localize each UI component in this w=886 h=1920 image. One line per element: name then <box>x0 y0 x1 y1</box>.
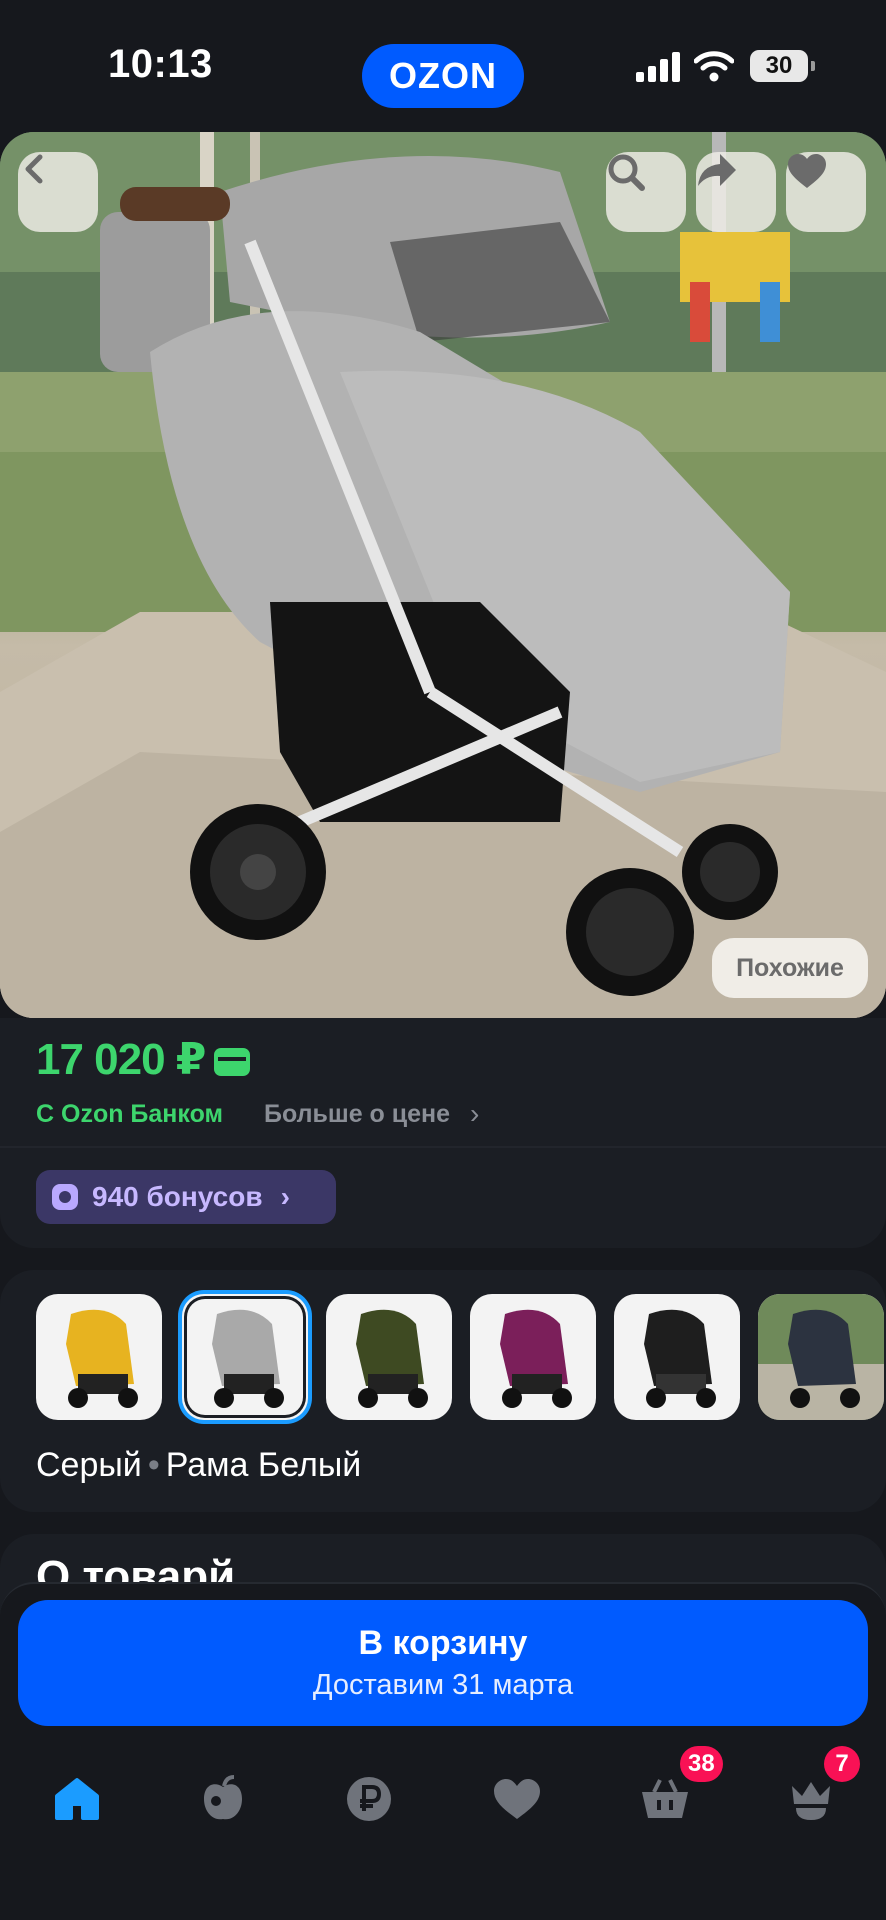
price-value: 17 020 ₽ <box>36 1035 206 1084</box>
add-to-cart-button[interactable]: В корзину Доставим 31 марта <box>18 1600 868 1726</box>
ozon-bank-label[interactable]: С Ozon Банком <box>36 1100 223 1129</box>
cart-basket-icon <box>642 1779 688 1818</box>
bottom-navigation: 38 7 <box>0 1746 886 1844</box>
variant-swatch-black[interactable] <box>614 1294 740 1420</box>
search-button[interactable] <box>606 152 686 232</box>
share-icon <box>698 154 736 186</box>
price-card: 17 020 ₽ С Ozon Банком Больше о цене › 9… <box>0 1018 886 1248</box>
delivery-date-label: Доставим 31 марта <box>312 1669 574 1701</box>
chevron-right-icon: › <box>470 1098 480 1129</box>
variant-swatch-dark-photo[interactable] <box>758 1294 884 1420</box>
similar-button[interactable]: Похожие <box>712 938 868 998</box>
product-photo[interactable]: Похожие <box>0 132 886 1018</box>
favorite-button[interactable] <box>786 152 866 232</box>
search-icon <box>608 154 645 191</box>
fresh-apple-icon <box>204 1775 242 1820</box>
add-to-cart-label: В корзину <box>358 1624 528 1662</box>
nav-favorites[interactable] <box>472 1754 562 1844</box>
share-button[interactable] <box>696 152 776 232</box>
wifi-icon <box>694 51 734 82</box>
home-icon <box>55 1778 99 1820</box>
bottom-bar: В корзину Доставим 31 марта 38 7 <box>0 1582 886 1920</box>
cart-count-badge: 38 <box>680 1746 723 1782</box>
separator-dot: • <box>147 1446 160 1484</box>
product-page: 10:13 OZON 30 Похожие 17 020 ₽ С Ozon Ба… <box>0 0 886 1920</box>
nav-profile[interactable]: 7 <box>766 1746 860 1844</box>
bonus-badge[interactable]: 940 бонусов › <box>36 1170 336 1224</box>
frame-name: Рама Белый <box>165 1446 362 1484</box>
variant-swatch-grey[interactable] <box>182 1294 308 1420</box>
nav-finance[interactable] <box>324 1754 414 1844</box>
variant-swatch-yellow[interactable] <box>36 1294 162 1420</box>
card-icon <box>214 1048 250 1076</box>
color-variants-card: Серый • Рама Белый <box>0 1270 886 1512</box>
chevron-right-icon: › <box>280 1181 290 1212</box>
bonus-icon <box>52 1184 78 1210</box>
profile-count-badge: 7 <box>824 1746 860 1782</box>
variant-swatch-olive[interactable] <box>326 1294 452 1420</box>
color-name: Серый <box>36 1446 142 1484</box>
chevron-left-icon <box>25 154 43 184</box>
nav-home[interactable] <box>32 1754 122 1844</box>
stroller-thumbnail <box>356 1309 428 1408</box>
back-button[interactable] <box>18 152 98 232</box>
divider <box>0 1146 886 1148</box>
status-bar: 10:13 OZON 30 <box>0 0 886 130</box>
ozon-logo: OZON <box>362 44 524 108</box>
stroller-thumbnail <box>212 1309 284 1408</box>
status-time: 10:13 <box>108 42 213 86</box>
heart-icon <box>494 1779 540 1819</box>
stroller-thumbnail <box>500 1309 572 1408</box>
variant-label: Серый • Рама Белый <box>36 1446 361 1485</box>
battery-indicator: 30 <box>750 50 815 82</box>
variant-swatch-purple[interactable] <box>470 1294 596 1420</box>
signal-icon <box>636 52 680 82</box>
heart-icon <box>788 154 826 188</box>
more-about-price-link[interactable]: Больше о цене <box>264 1100 450 1129</box>
bonus-label: 940 бонусов <box>92 1181 263 1212</box>
stroller-thumbnail <box>66 1309 138 1408</box>
stroller-thumbnail <box>758 1294 884 1420</box>
stroller-photo <box>0 132 886 1018</box>
nav-fresh[interactable] <box>178 1754 268 1844</box>
nav-cart[interactable]: 38 <box>620 1746 723 1844</box>
ruble-icon <box>347 1777 391 1821</box>
profile-crown-icon <box>792 1782 830 1820</box>
stroller-thumbnail <box>644 1309 716 1408</box>
